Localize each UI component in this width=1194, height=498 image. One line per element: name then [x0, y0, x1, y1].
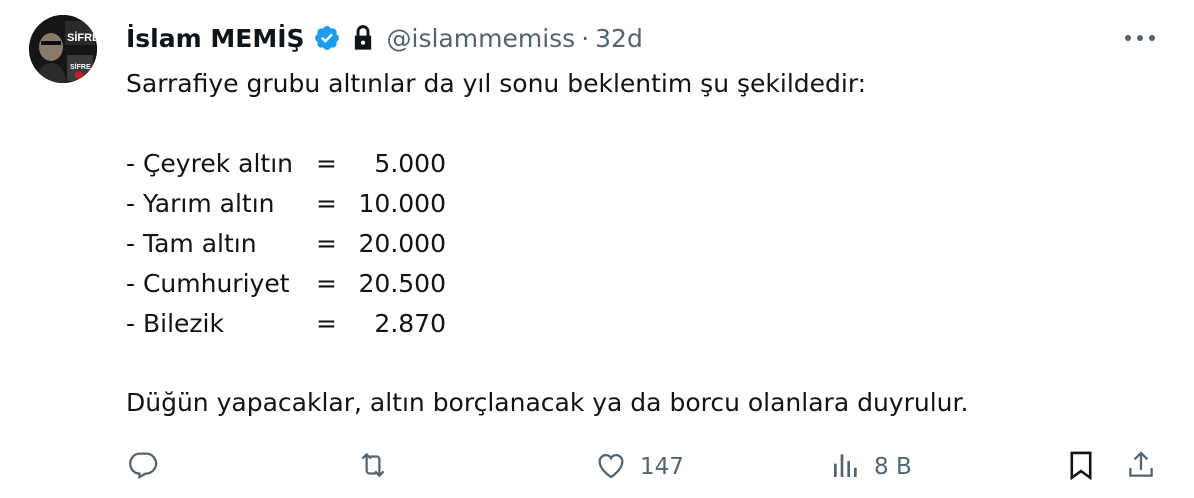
- like-count: 147: [640, 454, 684, 480]
- item-label: - Yarım altın: [126, 189, 275, 218]
- item-value: 20.000: [358, 229, 446, 258]
- list-item: - Yarım altın = 10.000: [126, 184, 866, 224]
- item-label: - Bilezik: [126, 309, 224, 338]
- tweet-timestamp[interactable]: 32d: [595, 24, 643, 53]
- separator-dot: ·: [581, 23, 590, 53]
- list-item: - Cumhuriyet = 20.500: [126, 264, 866, 304]
- tweet-header: İslam MEMİŞ @islammemiss · 32d: [126, 20, 643, 56]
- item-eq: =: [316, 309, 337, 338]
- more-icon[interactable]: [1122, 22, 1158, 54]
- lock-icon: [351, 24, 375, 52]
- retweet-button[interactable]: [356, 445, 390, 489]
- share-button[interactable]: [1124, 445, 1158, 489]
- like-button[interactable]: 147: [594, 445, 684, 489]
- tweet-text: Sarrafiye grubu altınlar da yıl sonu bek…: [126, 64, 866, 344]
- views-count: 8 B: [874, 454, 912, 480]
- avatar-logo-text: SİFRE: [67, 31, 97, 44]
- item-label: - Çeyrek altın: [126, 149, 293, 178]
- author-handle[interactable]: @islammemiss: [387, 24, 576, 53]
- item-value: 10.000: [358, 189, 446, 218]
- item-eq: =: [316, 269, 337, 298]
- tweet-intro: Sarrafiye grubu altınlar da yıl sonu bek…: [126, 69, 867, 98]
- item-eq: =: [316, 149, 337, 178]
- svg-text:SİFRE: SİFRE: [70, 63, 91, 71]
- bookmark-icon: [1064, 448, 1098, 486]
- avatar-image: SİFRE SİFRE: [29, 15, 97, 83]
- item-label: - Tam altın: [126, 229, 257, 258]
- reply-icon: [126, 448, 160, 486]
- verified-icon[interactable]: [313, 24, 341, 52]
- list-item: - Bilezik = 2.870: [126, 304, 866, 344]
- like-icon: [594, 448, 628, 486]
- action-bar: 147 8 B: [126, 445, 1166, 489]
- tweet-closing: Düğün yapacaklar, altın borçlanacak ya d…: [126, 388, 969, 417]
- list-item: - Çeyrek altın = 5.000: [126, 144, 866, 184]
- bookmark-button[interactable]: [1064, 445, 1098, 489]
- retweet-icon: [356, 448, 390, 486]
- item-eq: =: [316, 189, 337, 218]
- list-item: - Tam altın = 20.000: [126, 224, 866, 264]
- reply-button[interactable]: [126, 445, 160, 489]
- item-label: - Cumhuriyet: [126, 269, 290, 298]
- item-value: 2.870: [374, 309, 446, 338]
- views-icon: [830, 448, 862, 486]
- item-value: 5.000: [374, 149, 446, 178]
- item-eq: =: [316, 229, 337, 258]
- item-value: 20.500: [358, 269, 446, 298]
- avatar[interactable]: SİFRE SİFRE: [29, 15, 97, 83]
- views-button[interactable]: 8 B: [830, 445, 912, 489]
- share-icon: [1124, 448, 1158, 486]
- author-name[interactable]: İslam MEMİŞ: [126, 24, 305, 53]
